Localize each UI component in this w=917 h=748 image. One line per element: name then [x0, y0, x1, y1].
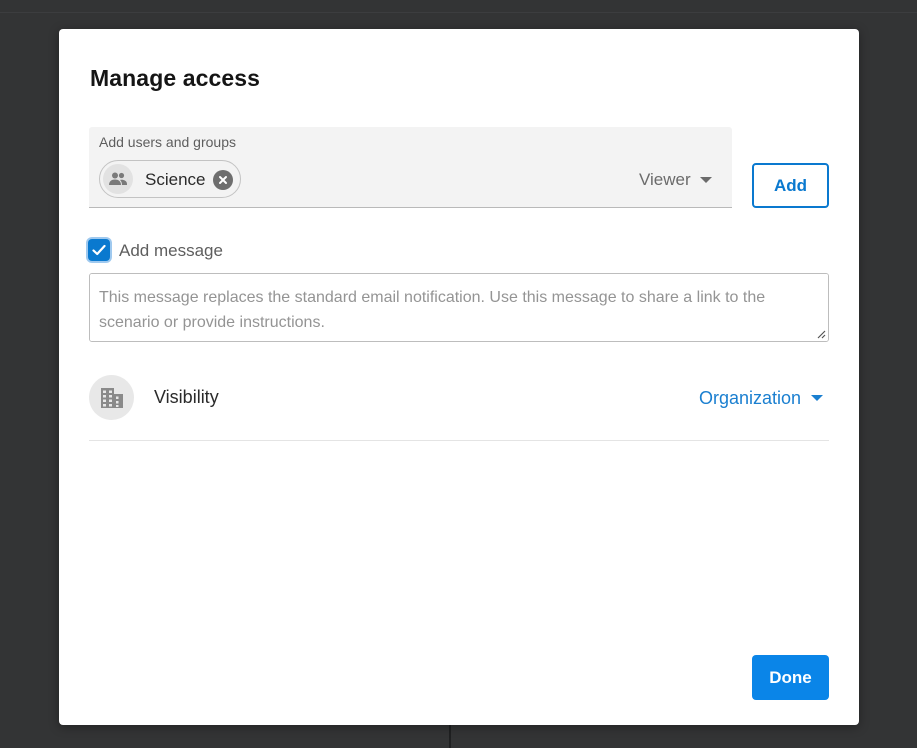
group-icon	[103, 164, 133, 194]
chip-label: Science	[145, 170, 206, 189]
selected-group-chip: Science	[99, 160, 241, 198]
check-icon	[92, 244, 106, 256]
visibility-value: Organization	[699, 387, 802, 408]
add-button[interactable]: Add	[752, 163, 829, 208]
section-divider	[89, 440, 829, 441]
picker-label: Add users and groups	[99, 134, 236, 150]
resize-handle-icon[interactable]	[816, 329, 826, 339]
visibility-label: Visibility	[154, 387, 219, 407]
building-icon	[89, 375, 134, 420]
chevron-down-icon	[699, 177, 712, 183]
done-button[interactable]: Done	[752, 655, 829, 700]
users-groups-picker[interactable]: Add users and groups Science Viewer	[89, 127, 732, 208]
backdrop-splitter	[449, 724, 451, 748]
role-value: Viewer	[639, 170, 691, 189]
visibility-dropdown[interactable]: Organization	[699, 386, 824, 410]
manage-access-dialog: Manage access Add users and groups Scien…	[59, 29, 859, 725]
role-dropdown[interactable]: Viewer	[639, 168, 712, 192]
message-textarea[interactable]	[89, 273, 829, 342]
backdrop-divider	[0, 12, 917, 13]
add-message-label: Add message	[119, 241, 223, 260]
dialog-title: Manage access	[90, 65, 261, 91]
close-circle-icon[interactable]	[213, 170, 233, 190]
add-message-checkbox[interactable]	[88, 239, 110, 261]
chevron-down-icon	[811, 395, 824, 401]
